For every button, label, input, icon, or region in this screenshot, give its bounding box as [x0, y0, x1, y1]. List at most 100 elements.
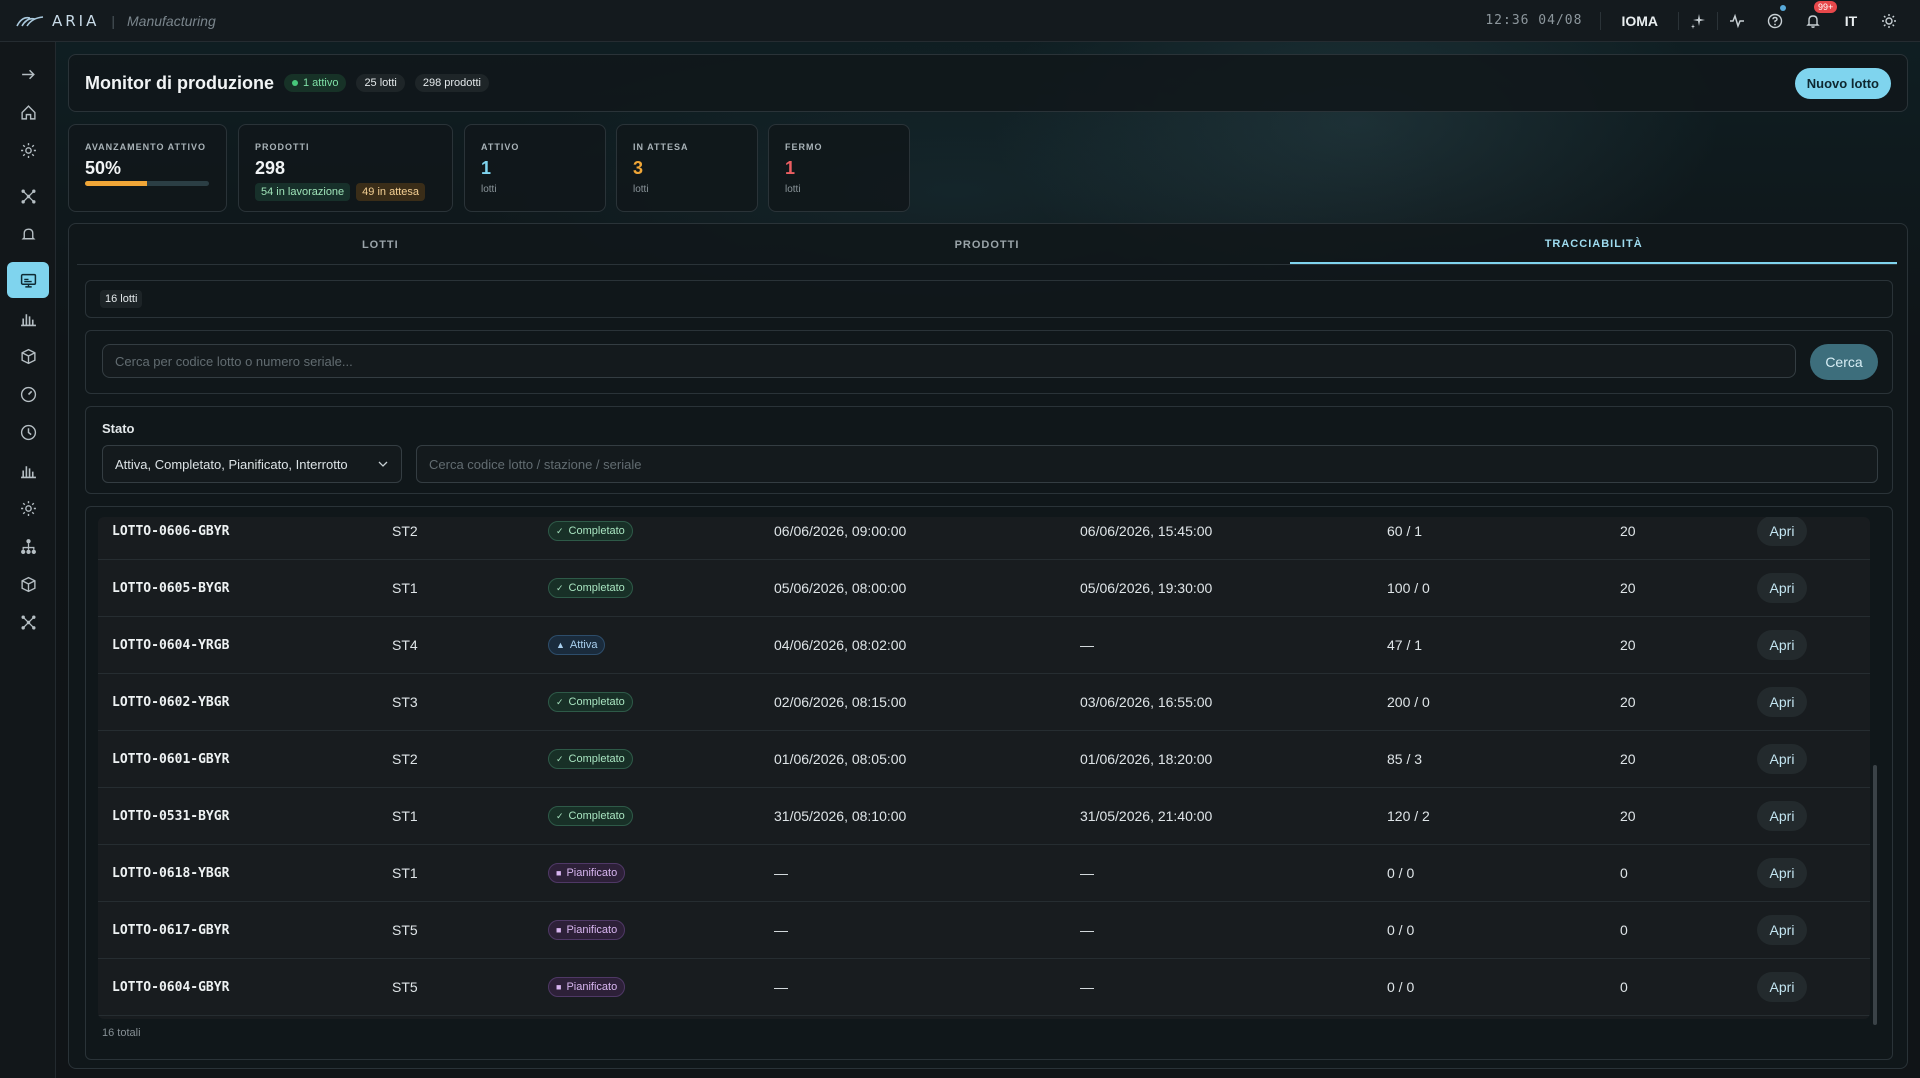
open-lot-button[interactable]: Apri — [1757, 915, 1807, 945]
sidebar-item-alerts[interactable] — [7, 216, 49, 252]
sidebar-item-products[interactable] — [7, 338, 49, 374]
table-row[interactable]: LOTTO-0605-BYGR ST1 ✓ Completato 05/06/2026,… — [98, 560, 1870, 617]
status-label: Pianificato — [566, 867, 618, 879]
sidebar-item-configuration[interactable] — [7, 490, 49, 526]
open-lot-button[interactable]: Apri — [1757, 972, 1807, 1002]
table-row[interactable]: LOTTO-0602-YBGR ST3 ✓ Completato 02/06/2026,… — [98, 674, 1870, 731]
sidebar-item-home[interactable] — [7, 94, 49, 130]
open-lot-button[interactable]: Apri — [1757, 801, 1807, 831]
sidebar-item-timing[interactable] — [7, 414, 49, 450]
progress-bar — [85, 181, 209, 186]
filter-search-input[interactable]: Cerca codice lotto / stazione / seriale — [416, 445, 1878, 483]
lot-code: LOTTO-0601-GBYR — [112, 751, 230, 767]
table-row[interactable]: LOTTO-0604-YRGB ST4 ▲ Attiva 04/06/2026, 08:… — [98, 617, 1870, 674]
lot-start-time: 02/06/2026, 08:15:00 — [774, 694, 907, 710]
lot-end-time: 06/06/2026, 15:45:00 — [1080, 523, 1213, 539]
lot-quantity: 120 / 2 — [1387, 808, 1430, 824]
sidebar-item-reports[interactable] — [7, 452, 49, 488]
status-filter-select[interactable]: Attiva, Completato, Pianificato, Interro… — [102, 445, 402, 483]
network-icon — [20, 614, 36, 630]
ai-sparkle-button[interactable] — [1679, 1, 1717, 41]
status-label: Completato — [568, 696, 625, 709]
sidebar-item-integrations[interactable] — [7, 604, 49, 640]
lot-search-input[interactable]: Cerca per codice lotto o numero seriale.… — [102, 344, 1796, 378]
kpi-waiting: IN ATTESA 3 lotti — [616, 124, 758, 212]
status-badge: ✓ Completato — [548, 749, 633, 770]
table-row[interactable]: LOTTO-0606-GBYR ST2 ✓ Completato 06/06/2026,… — [98, 517, 1870, 560]
gauge-icon — [20, 386, 36, 402]
app-logo[interactable]: ARIA | Manufacturing — [16, 12, 216, 30]
lot-quantity: 47 / 1 — [1387, 637, 1423, 653]
sidebar-item-production-monitor[interactable] — [7, 262, 49, 298]
language-label: IT — [1844, 12, 1858, 29]
lot-code: LOTTO-0618-YBGR — [112, 865, 230, 881]
open-lot-button[interactable]: Apri — [1757, 517, 1807, 546]
sidebar-item-hierarchy[interactable] — [7, 528, 49, 564]
table-scrollbar[interactable] — [1873, 765, 1877, 1025]
kpi-unit: lotti — [633, 184, 649, 195]
sidebar-item-settings[interactable] — [7, 132, 49, 168]
table-row[interactable]: LOTTO-0604-GBYR ST5 ■ Pianificato — — 0 / 0 0 Ap… — [98, 959, 1870, 1016]
lot-code: LOTTO-0531-BYGR — [112, 808, 230, 824]
sidebar-item-inventory[interactable] — [7, 566, 49, 602]
lot-end-time: — — [1080, 637, 1094, 653]
lot-quantity: 0 / 0 — [1387, 979, 1415, 995]
clock: 12:36 04/08 — [1485, 13, 1583, 28]
tab-products[interactable]: PRODOTTI — [684, 226, 1291, 264]
sidebar — [0, 42, 56, 1078]
language-selector[interactable]: IT — [1832, 1, 1870, 41]
lot-quantity: 0 / 0 — [1387, 865, 1415, 881]
bar-chart-icon — [20, 313, 36, 326]
theme-toggle[interactable] — [1870, 1, 1908, 41]
lot-code: LOTTO-0604-YRGB — [112, 637, 230, 653]
lot-status-cell: ✓ Completato — [548, 578, 633, 599]
lot-start-time: 04/06/2026, 08:02:00 — [774, 637, 907, 653]
lot-count: 20 — [1620, 808, 1636, 824]
new-lot-button[interactable]: Nuovo lotto — [1794, 67, 1891, 99]
lot-status-cell: ✓ Completato — [548, 692, 633, 713]
activity-button[interactable] — [1718, 1, 1756, 41]
lot-status-cell: ■ Pianificato — [548, 977, 626, 997]
table-row[interactable]: LOTTO-0601-GBYR ST2 ✓ Completato 01/06/2026,… — [98, 731, 1870, 788]
lot-count: 20 — [1620, 637, 1636, 653]
lot-end-time: 03/06/2026, 16:55:00 — [1080, 694, 1213, 710]
sidebar-item-performance[interactable] — [7, 376, 49, 412]
lot-start-time: — — [774, 865, 788, 881]
kpi-value: 50% — [85, 158, 122, 178]
lot-quantity: 0 / 0 — [1387, 922, 1415, 938]
open-lot-button[interactable]: Apri — [1757, 630, 1807, 660]
hierarchy-icon — [20, 538, 36, 554]
lot-status-cell: ■ Pianificato — [548, 920, 626, 940]
sidebar-item-network[interactable] — [7, 178, 49, 214]
open-lot-button[interactable]: Apri — [1757, 687, 1807, 717]
search-button[interactable]: Cerca — [1810, 344, 1878, 380]
tab-lots[interactable]: LOTTI — [77, 226, 684, 264]
lot-station: ST2 — [392, 523, 418, 539]
lots-table-body[interactable]: LOTTO-0606-GBYR ST2 ✓ Completato 06/06/2026,… — [98, 517, 1870, 1019]
notifications-button[interactable]: 99+ — [1794, 0, 1838, 41]
square-icon: ■ — [556, 982, 562, 992]
top-bar: ARIA | Manufacturing 12:36 04/08 IOMA 99… — [0, 0, 1920, 42]
lot-station: ST5 — [392, 922, 418, 938]
status-badge: ✓ Completato — [548, 806, 633, 827]
clock-icon — [20, 424, 36, 440]
tab-traceability[interactable]: TRACCIABILITÀ — [1290, 226, 1898, 264]
open-lot-button[interactable]: Apri — [1757, 573, 1807, 603]
lot-start-time: 01/06/2026, 08:05:00 — [774, 751, 907, 767]
open-lot-button[interactable]: Apri — [1757, 858, 1807, 888]
open-lot-button[interactable]: Apri — [1757, 744, 1807, 774]
sidebar-expand-button[interactable] — [7, 56, 49, 92]
aria-logo-icon — [16, 15, 44, 26]
table-row[interactable]: LOTTO-0531-BYGR ST1 ✓ Completato 31/05/2026,… — [98, 788, 1870, 845]
lot-count-bar: 16 lotti — [85, 280, 1893, 318]
sidebar-item-analytics[interactable] — [7, 300, 49, 336]
lot-count: 20 — [1620, 751, 1636, 767]
table-row[interactable]: LOTTO-0617-GBYR ST5 ■ Pianificato — — 0 / 0 0 Ap… — [98, 902, 1870, 959]
table-row[interactable]: LOTTO-0618-YBGR ST1 ■ Pianificato — — 0 / 0 0 Ap… — [98, 845, 1870, 902]
lot-code: LOTTO-0604-GBYR — [112, 979, 230, 995]
status-label: Pianificato — [566, 981, 618, 993]
lot-station: ST1 — [392, 808, 418, 824]
kpi-products: PRODOTTI 298 54 in lavorazione 49 in att… — [238, 124, 453, 212]
help-button[interactable] — [1756, 1, 1794, 41]
workspace-selector[interactable]: IOMA — [1601, 13, 1678, 29]
